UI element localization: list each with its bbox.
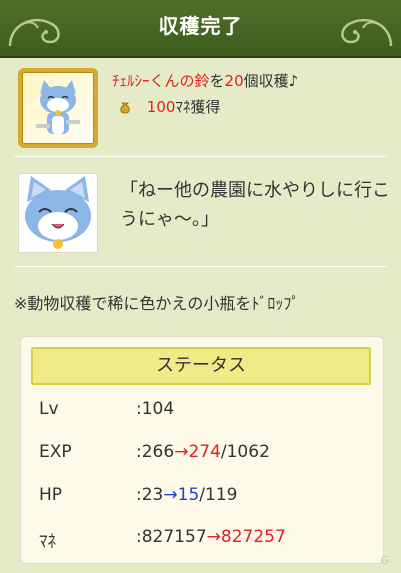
drop-note: ※動物収穫で稀に色かえの小瓶をﾄﾞﾛｯﾌﾟ xyxy=(14,294,300,313)
ornament-right-icon xyxy=(341,18,393,47)
cat-portrait xyxy=(18,173,98,253)
money-bag-icon xyxy=(120,102,130,114)
money-suffix: ﾏﾈ獲得 xyxy=(175,98,221,116)
cat-face-icon xyxy=(25,176,91,249)
status-row-lv: Lv :104 xyxy=(39,399,174,419)
status-value: :827157→827257 xyxy=(136,527,286,547)
cat-figure-icon xyxy=(36,80,80,134)
status-value: :266→274/1062 xyxy=(136,442,270,462)
item-count: 20 xyxy=(224,72,244,90)
status-value: :23→15/119 xyxy=(136,485,238,505)
header-bar: 収穫完了 xyxy=(0,0,401,58)
divider xyxy=(14,266,387,267)
status-row-exp: EXP :266→274/1062 xyxy=(39,442,270,462)
status-label: HP xyxy=(39,485,63,505)
money-amount: 100 xyxy=(146,98,176,116)
item-particle: を xyxy=(209,72,225,90)
item-name: ﾁｪﾙｼｰくんの鈴 xyxy=(112,72,210,90)
status-panel: ステータス Lv :104 EXP :266→274/1062 HP :23→1… xyxy=(20,336,384,564)
status-label: ﾏﾈ xyxy=(39,532,56,552)
status-heading: ステータス xyxy=(31,347,371,385)
money-message: 100ﾏﾈ獲得 xyxy=(118,96,220,117)
item-card xyxy=(18,68,98,148)
status-label: EXP xyxy=(39,442,72,462)
item-suffix: 個収穫♪ xyxy=(243,72,299,90)
divider xyxy=(14,156,387,157)
watermark: G xyxy=(380,554,389,567)
status-row-hp: HP :23→15/119 xyxy=(39,485,237,505)
harvest-message: ﾁｪﾙｼｰくんの鈴を20個収穫♪ xyxy=(112,70,298,91)
status-value: :104 xyxy=(136,399,175,419)
status-row-money: ﾏﾈ :827157→827257 xyxy=(39,527,286,552)
cat-speech: 「ねー他の農園に水やりしに行こうにゃ〜。」 xyxy=(120,180,390,230)
status-label: Lv xyxy=(39,399,59,419)
